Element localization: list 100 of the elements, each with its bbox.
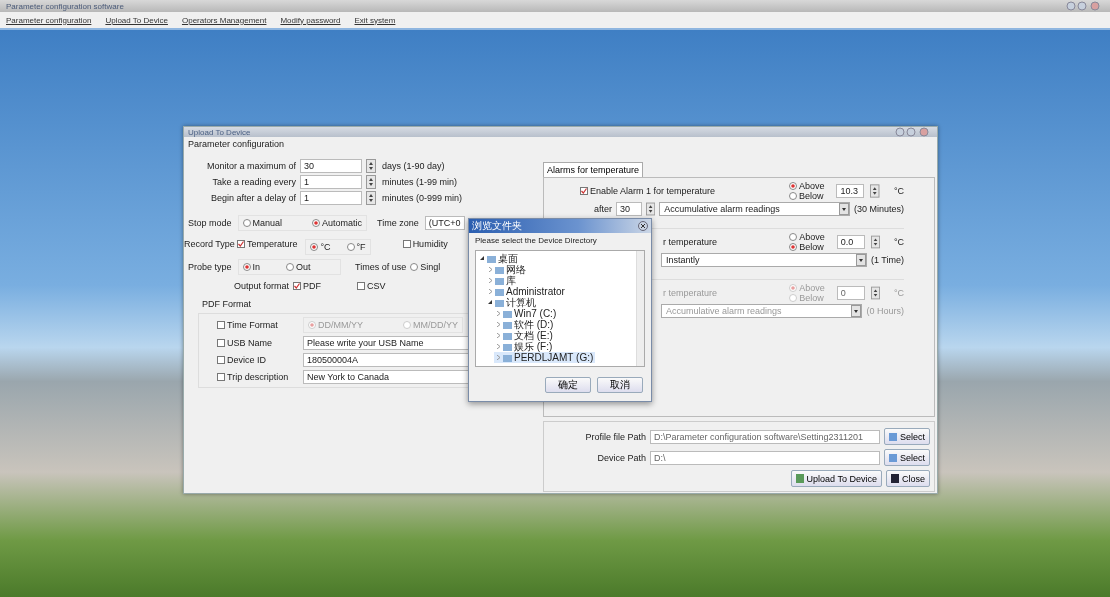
checkbox[interactable] — [217, 339, 225, 347]
field-label: Time zone — [377, 218, 419, 228]
option-label: Below — [799, 242, 824, 252]
option-label: Manual — [252, 218, 283, 228]
option-label: Automatic — [322, 218, 363, 228]
close-button[interactable]: Close — [886, 470, 930, 487]
option-label: Out — [296, 262, 311, 272]
option-label: °F — [356, 242, 366, 252]
input-field[interactable]: 1 — [300, 191, 362, 205]
field-label: Stop mode — [188, 218, 232, 228]
cancel-button[interactable]: 取消 — [597, 377, 643, 393]
checkbox[interactable] — [580, 187, 588, 195]
folder-icon — [889, 432, 897, 441]
radio-button[interactable] — [410, 263, 419, 271]
time-zone-dropdown[interactable]: (UTC+0 — [424, 216, 465, 230]
spinner-arrows-icon[interactable] — [366, 191, 376, 205]
group-title: Parameter configuration — [187, 138, 286, 149]
option-label: Humidity — [412, 239, 448, 249]
folder-icon — [889, 453, 897, 462]
input-field[interactable]: 0.0 — [836, 235, 865, 249]
setting-label: Monitor a maximum of — [205, 161, 296, 171]
option-label: In — [252, 262, 261, 272]
option-label: PDF — [303, 281, 322, 291]
field-label: Output format — [234, 281, 290, 291]
spinner-arrows-icon[interactable] — [646, 202, 656, 216]
option-label: Trip description — [227, 372, 289, 382]
checkbox[interactable] — [217, 356, 225, 364]
radio-button[interactable] — [242, 219, 251, 227]
field-label: Record Type — [184, 239, 235, 249]
option-label: Time Format — [227, 320, 278, 330]
close-icon[interactable] — [638, 221, 648, 231]
input-field[interactable]: 10.3 — [836, 184, 865, 198]
window-title: Upload To Device — [188, 127, 251, 137]
radio-button[interactable] — [789, 233, 798, 241]
menu-item[interactable]: Operators Management — [181, 15, 267, 25]
setting-hint: days (1-90 day) — [382, 161, 446, 171]
menu-item[interactable]: Modify password — [280, 15, 341, 25]
dropdown-caret-icon[interactable] — [856, 254, 866, 266]
scrollbar[interactable] — [636, 251, 644, 366]
field-label: Profile file Path — [584, 431, 646, 442]
upload-button[interactable]: Upload To Device — [790, 470, 882, 487]
checkbox[interactable] — [236, 240, 245, 248]
option-label: Below — [799, 293, 824, 303]
radio-button[interactable] — [242, 263, 251, 271]
spinner-arrows-icon[interactable] — [366, 159, 376, 173]
folder-tree-item[interactable]: PERDLJAMT (G:) — [494, 352, 596, 363]
option-label: Below — [798, 191, 824, 201]
menu-item[interactable]: Parameter configuration — [6, 15, 92, 25]
tab[interactable]: Alarms for temperature — [543, 162, 644, 177]
dropdown[interactable]: Instantly — [661, 253, 867, 267]
folder-tree-item[interactable]: 软件 (D:) — [494, 319, 556, 330]
input-field[interactable]: 30 — [616, 202, 642, 216]
checkbox[interactable] — [402, 240, 411, 248]
select-button[interactable]: Select — [884, 449, 930, 466]
folder-tree-item[interactable]: 桌面 — [478, 253, 520, 264]
checkbox[interactable] — [357, 282, 366, 290]
dialog-title: 浏览文件夹 — [472, 219, 522, 233]
option-label: Temperature — [246, 239, 298, 249]
setting-label: Take a reading every — [211, 177, 296, 187]
spinner-arrows-icon[interactable] — [366, 175, 376, 189]
setting-label: Begin after a delay of — [209, 193, 296, 203]
unit-label: °C — [893, 288, 904, 298]
folder-tree-item[interactable]: 计算机 — [486, 297, 538, 308]
field-label: Times of use — [355, 262, 407, 272]
menu-item[interactable]: Upload To Device — [105, 15, 168, 25]
spinner-arrows-icon[interactable] — [870, 235, 880, 249]
radio-button[interactable] — [346, 243, 355, 251]
radio-button[interactable] — [286, 263, 295, 271]
folder-tree-item[interactable]: Win7 (C:) — [494, 308, 559, 319]
folder-tree-item[interactable]: Administrator — [486, 286, 567, 297]
setting-hint: minutes (1-99 min) — [382, 177, 459, 187]
setting-hint: minutes (0-999 min) — [382, 193, 464, 203]
option-label: MM/DD/YY — [413, 320, 458, 330]
dropdown-caret-icon[interactable] — [838, 203, 849, 215]
input-field[interactable]: D:\ — [650, 450, 880, 465]
radio-button[interactable] — [788, 192, 797, 200]
select-button[interactable]: Select — [884, 428, 930, 445]
dropdown[interactable]: Accumulative alarm readings — [659, 202, 850, 216]
input-field[interactable]: 1 — [300, 175, 362, 189]
expanded-arrow-icon — [480, 256, 485, 261]
input-field[interactable]: 30 — [300, 159, 362, 173]
radio-button[interactable] — [310, 243, 319, 251]
duration-label: (0 Hours) — [866, 306, 904, 316]
alarm-label: r temperature — [663, 288, 718, 298]
spinner-arrows-icon[interactable] — [870, 184, 880, 198]
checkbox[interactable] — [217, 373, 225, 381]
radio-button[interactable] — [788, 182, 797, 190]
option-label: DD/MM/YY — [318, 320, 363, 330]
field-label: Device Path — [596, 452, 646, 463]
ok-button[interactable]: 确定 — [545, 377, 591, 393]
folder-tree-item[interactable]: 库 — [486, 275, 518, 286]
input-field[interactable]: D:\Parameter configuration software\Setting2311201 — [650, 429, 880, 444]
radio-button[interactable] — [789, 243, 798, 251]
menu-item[interactable]: Exit system — [354, 15, 396, 25]
field-label: Probe type — [188, 262, 232, 272]
folder-tree-item[interactable]: 网络 — [486, 264, 528, 275]
dialog-message: Please select the Device Directory — [474, 235, 598, 247]
radio-button[interactable] — [312, 219, 321, 227]
alarm-label: Enable Alarm 1 for temperature — [590, 186, 716, 196]
checkbox[interactable] — [293, 282, 302, 290]
